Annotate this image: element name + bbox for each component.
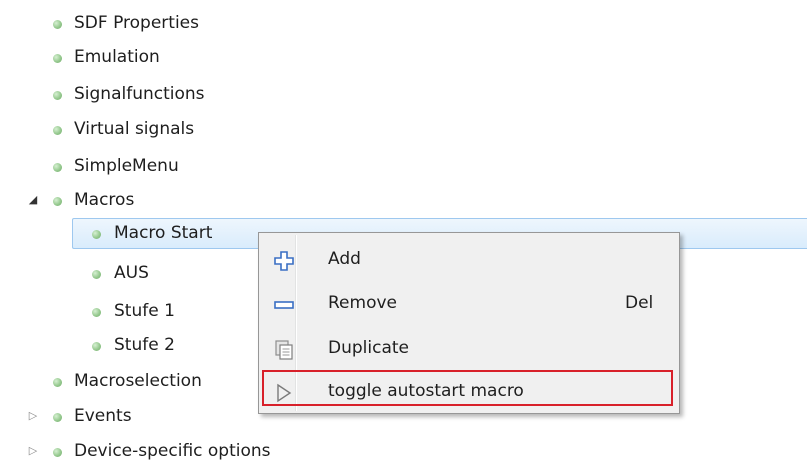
menu-item-remove[interactable]: Remove Del [261,284,677,324]
tree-item-label: SimpleMenu [74,156,179,176]
tree-item-virtual-signals[interactable]: Virtual signals [0,118,807,144]
tree-item-label: AUS [114,263,149,283]
tree-item-emulation[interactable]: Emulation [0,46,807,72]
expanded-arrow-icon[interactable]: ◢ [26,193,40,206]
minus-icon [273,294,295,316]
node-dot-icon [53,448,62,457]
collapsed-arrow-icon[interactable]: ▷ [26,409,40,422]
tree-item-device-specific-options[interactable]: ▷ Device-specific options [0,440,807,466]
duplicate-icon [273,339,295,361]
menu-item-label: Add [328,249,361,269]
node-dot-icon [53,378,62,387]
node-dot-icon [92,308,101,317]
menu-item-add[interactable]: Add [261,240,677,280]
menu-item-label: Remove [328,293,397,313]
tree-item-label: Device-specific options [74,441,271,461]
node-dot-icon [53,413,62,422]
collapsed-arrow-icon[interactable]: ▷ [26,444,40,457]
tree-item-label: Events [74,406,132,426]
tree-item-label: Virtual signals [74,119,195,139]
node-dot-icon [53,163,62,172]
node-dot-icon [92,230,101,239]
node-dot-icon [53,91,62,100]
tree-item-label: Signalfunctions [74,84,205,104]
menu-item-label: Duplicate [328,338,409,358]
tree-item-label: SDF Properties [74,13,199,33]
tree-item-label: Emulation [74,47,160,67]
menu-item-shortcut: Del [625,293,654,313]
tree-item-macros[interactable]: ◢ Macros [0,189,807,215]
tree-item-label: Macro Start [114,223,213,243]
tree-item-label: Stufe 1 [114,301,175,321]
tree-item-simplemenu[interactable]: SimpleMenu [0,155,807,181]
tree-item-label: Macroselection [74,371,202,391]
highlight-box [262,370,673,406]
node-dot-icon [92,342,101,351]
tree-item-label: Stufe 2 [114,335,175,355]
tree-item-sdf-properties[interactable]: SDF Properties [0,12,807,38]
node-dot-icon [53,126,62,135]
plus-icon [273,250,295,272]
menu-item-duplicate[interactable]: Duplicate [261,329,677,369]
tree-item-signalfunctions[interactable]: Signalfunctions [0,83,807,109]
node-dot-icon [92,270,101,279]
node-dot-icon [53,197,62,206]
node-dot-icon [53,54,62,63]
tree-item-label: Macros [74,190,135,210]
node-dot-icon [53,20,62,29]
